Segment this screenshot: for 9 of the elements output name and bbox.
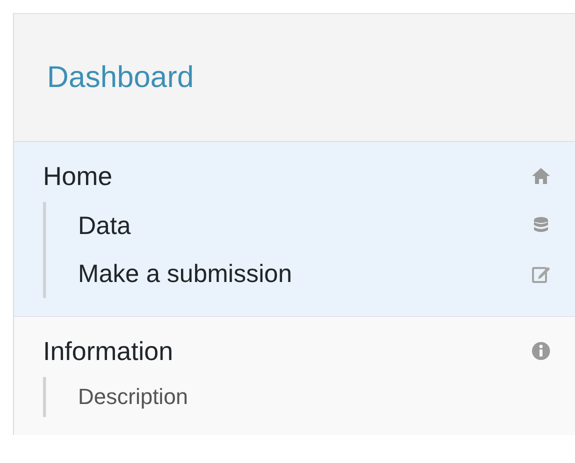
edit-icon — [531, 264, 551, 284]
nav-link[interactable]: Information — [43, 331, 174, 371]
nav-sublink[interactable]: Data — [78, 202, 131, 250]
nav-link[interactable]: Home — [43, 156, 112, 196]
sidebar-title: Dashboard — [47, 60, 194, 96]
nav-sublink[interactable]: Description — [78, 377, 188, 417]
home-icon — [531, 166, 551, 186]
nav-sublink[interactable]: Make a submission — [78, 250, 292, 298]
info-icon — [531, 341, 551, 361]
